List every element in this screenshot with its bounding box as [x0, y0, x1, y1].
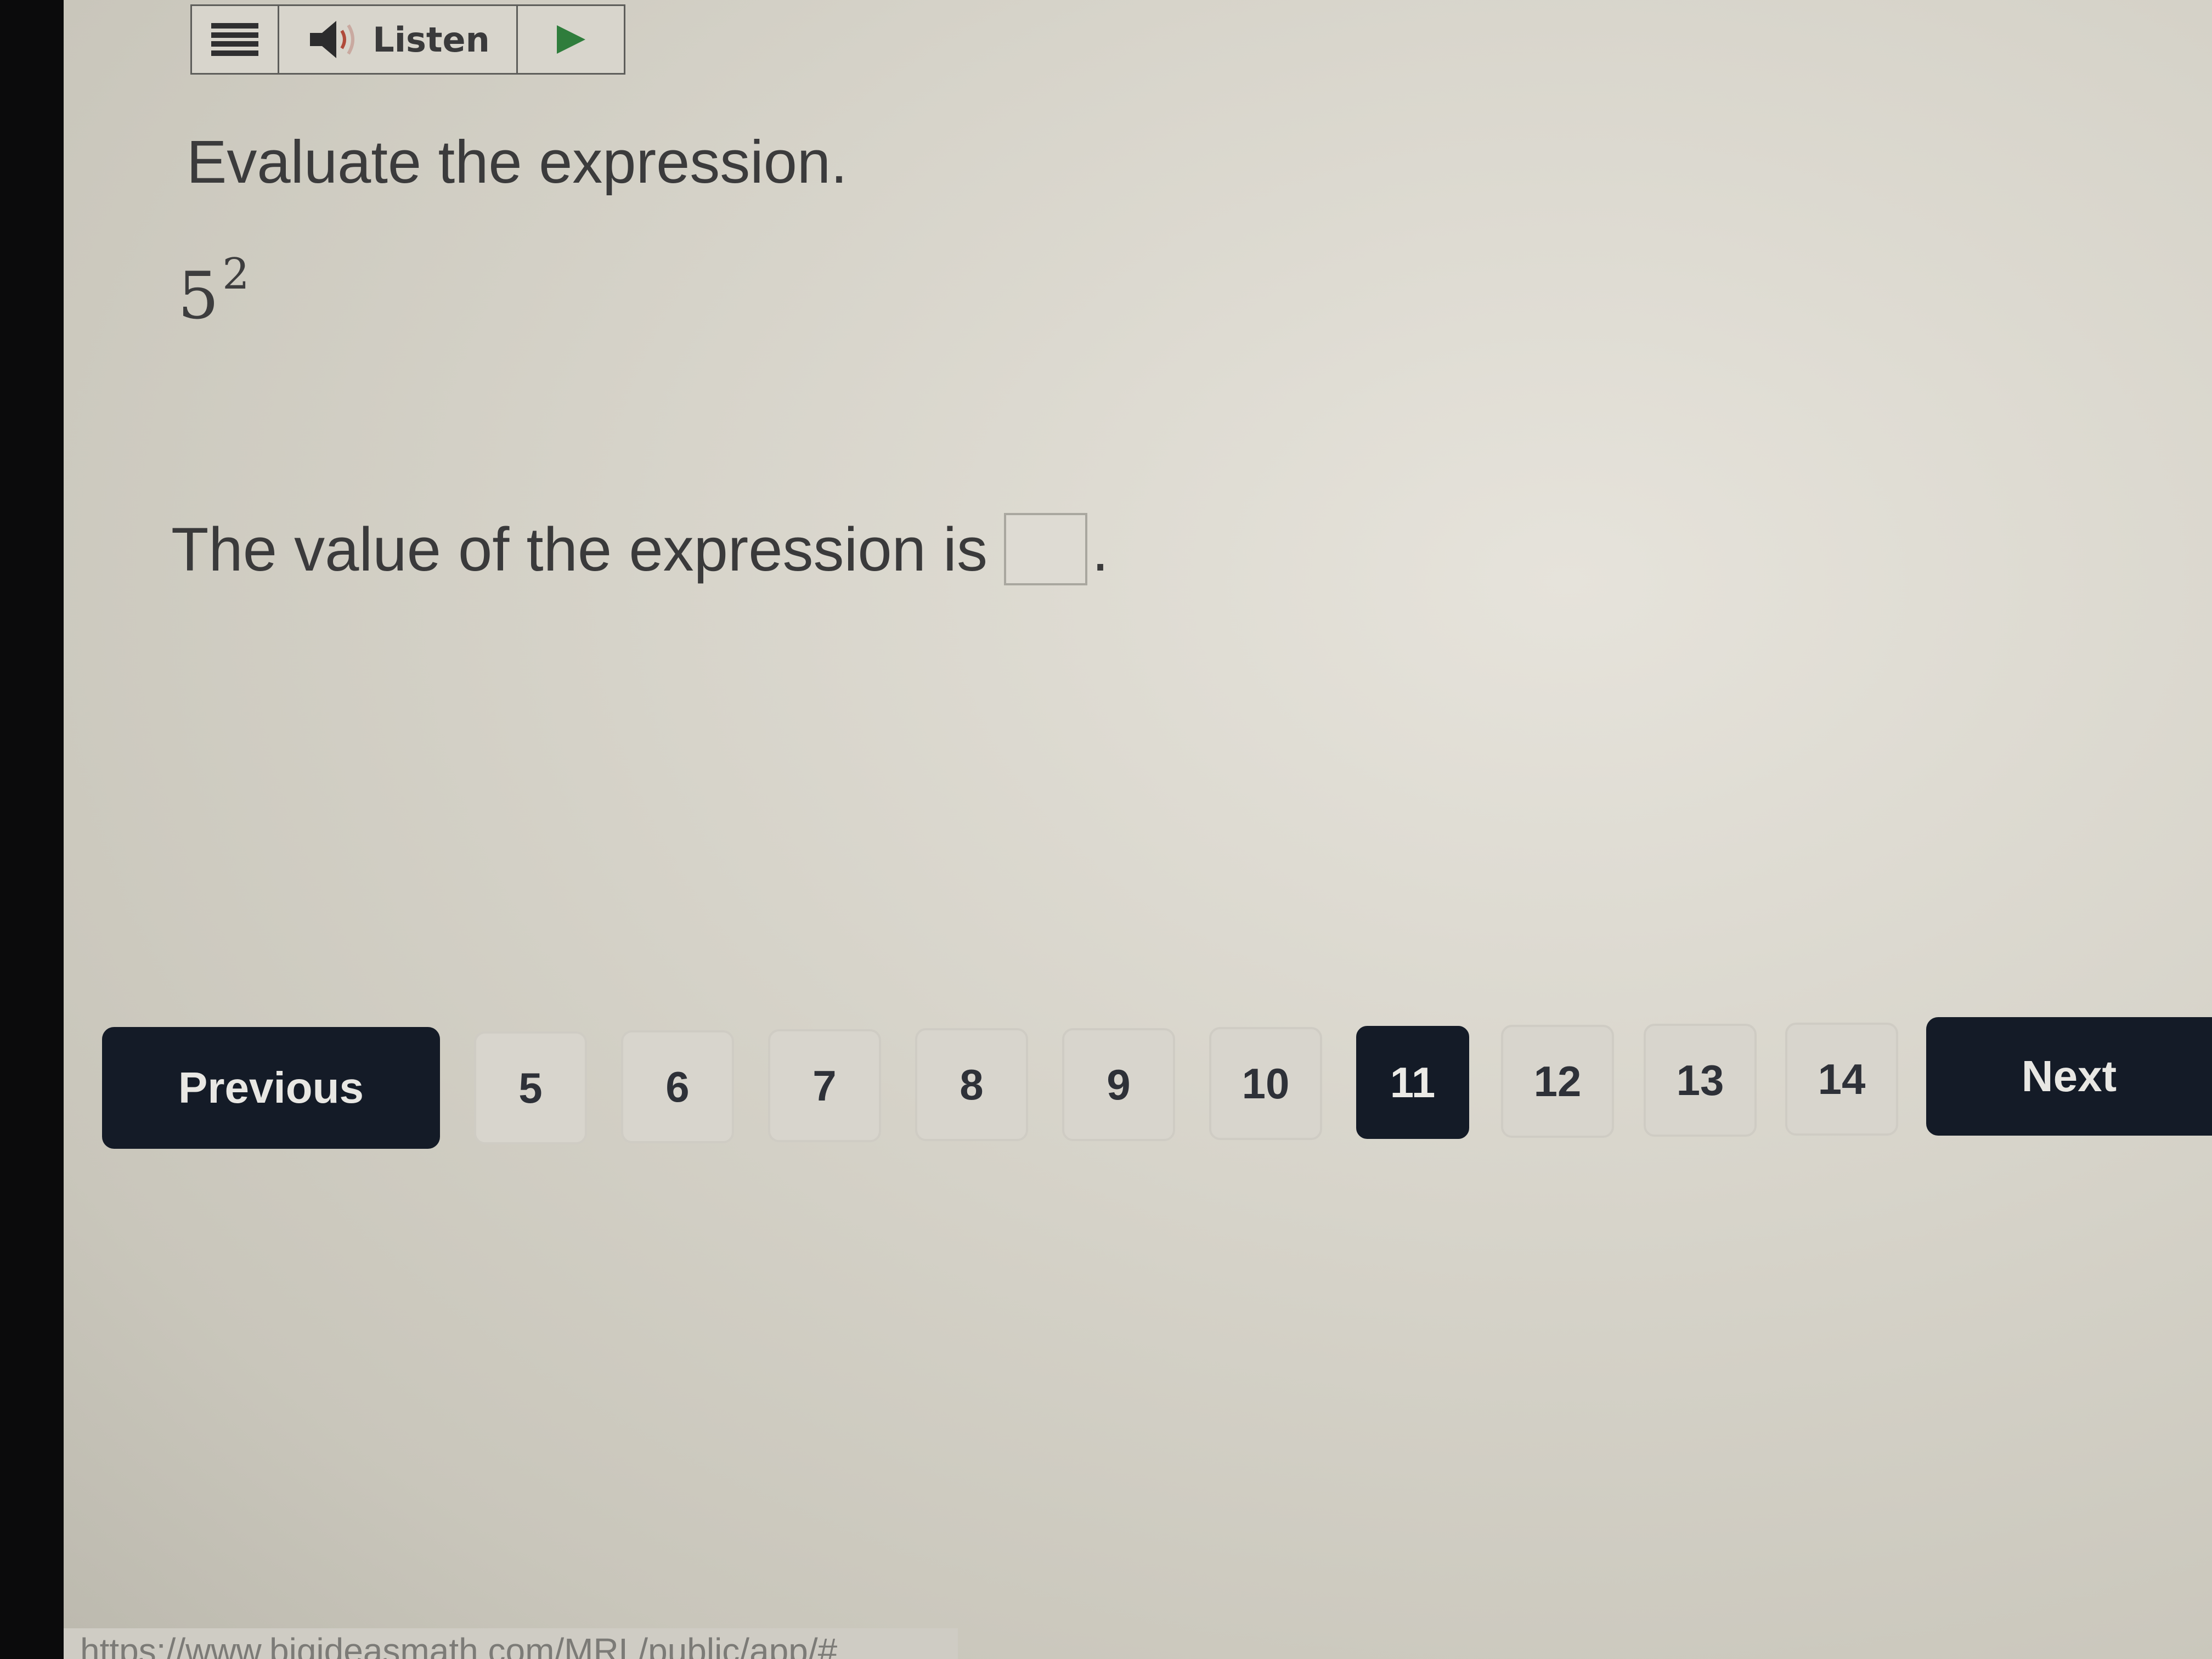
page-button-9[interactable]: 9	[1062, 1028, 1175, 1141]
hamburger-menu-icon	[211, 23, 258, 56]
page-button-10[interactable]: 10	[1209, 1027, 1322, 1140]
question-instruction: Evaluate the expression.	[187, 128, 848, 196]
play-button[interactable]	[518, 6, 624, 73]
expression-base: 5	[178, 258, 219, 334]
page-button-6[interactable]: 6	[621, 1030, 734, 1143]
page-button-13[interactable]: 13	[1644, 1024, 1757, 1137]
speaker-icon	[310, 21, 355, 58]
page-button-12[interactable]: 12	[1501, 1025, 1614, 1138]
page-button-14[interactable]: 14	[1785, 1023, 1898, 1136]
next-button[interactable]: Next	[1926, 1017, 2212, 1136]
listen-button[interactable]: Listen	[279, 6, 518, 73]
answer-suffix: .	[1091, 515, 1109, 584]
answer-input[interactable]	[1003, 513, 1087, 585]
status-url: https://www.bigideasmath.com/MRL/public/…	[80, 1631, 838, 1659]
previous-button[interactable]: Previous	[102, 1027, 440, 1149]
answer-prefix: The value of the expression is	[171, 515, 988, 584]
listen-label: Listen	[373, 19, 490, 60]
page-button-8[interactable]: 8	[915, 1028, 1028, 1141]
page-button-11-current[interactable]: 11	[1356, 1026, 1469, 1139]
listen-toolbar: Listen	[190, 4, 625, 75]
browser-status-bar: https://www.bigideasmath.com/MRL/public/…	[64, 1628, 958, 1659]
page-button-7[interactable]: 7	[768, 1029, 881, 1142]
play-triangle-icon	[556, 25, 585, 54]
menu-button[interactable]	[192, 6, 279, 73]
answer-statement: The value of the expression is .	[171, 513, 1109, 585]
math-expression: 52	[178, 250, 250, 334]
screen: Listen Evaluate the expression. 52 The v…	[64, 0, 2212, 1659]
page-button-5[interactable]: 5	[474, 1031, 587, 1144]
expression-exponent: 2	[222, 250, 250, 299]
